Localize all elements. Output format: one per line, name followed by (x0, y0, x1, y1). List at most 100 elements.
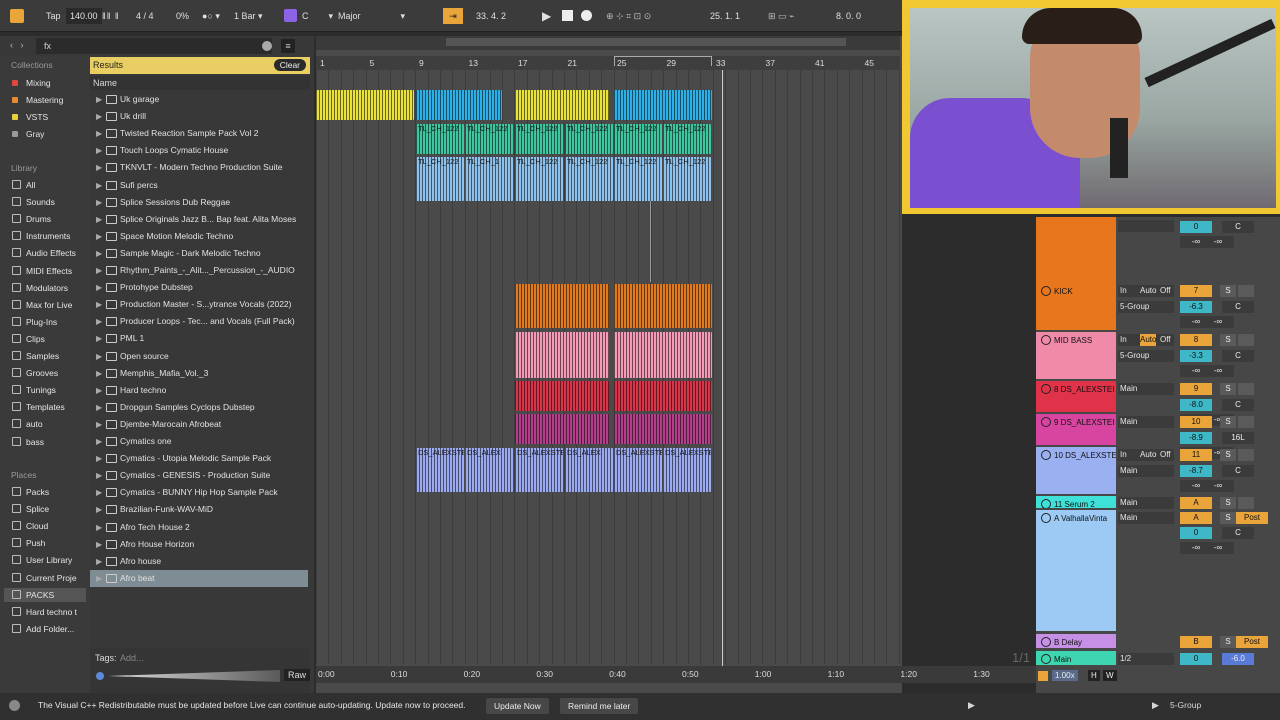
list-item[interactable]: ▶ PML 1 (90, 330, 308, 347)
list-item[interactable]: ▶ Twisted Reaction Sample Pack Vol 2 (90, 125, 308, 142)
volume-field[interactable]: 0 (1180, 653, 1212, 665)
monitor-off_label[interactable]: Off (1160, 334, 1171, 346)
quantize-menu[interactable]: 1 Bar ▾ (234, 8, 263, 24)
monitor-in_label[interactable]: In (1120, 449, 1127, 461)
collection-1[interactable]: Mastering (12, 93, 63, 107)
preview-icon[interactable] (96, 672, 104, 680)
play-icon[interactable]: ▶ (542, 8, 551, 24)
arm-icon[interactable] (1238, 334, 1254, 346)
list-item[interactable]: ▶ Protohype Dubstep (90, 279, 308, 296)
track-activator-icon[interactable] (1041, 417, 1051, 427)
bar-ruler[interactable]: 1 5 9 13 17 21 25 29 33 37 41 45 (316, 56, 900, 70)
chevron-right-icon[interactable]: ▶ (96, 382, 102, 399)
track-number[interactable]: 7 (1180, 285, 1212, 297)
solo-button[interactable]: S (1220, 416, 1236, 428)
pan-field[interactable]: C (1222, 527, 1254, 539)
zoom-value[interactable]: 1.00x (1052, 670, 1078, 681)
input-monitor[interactable]: In Auto Off (1118, 334, 1174, 346)
chevron-right-icon[interactable]: ▶ (96, 125, 102, 142)
track-activator-icon[interactable] (1041, 513, 1051, 523)
send-b[interactable]: -∞ (1202, 316, 1234, 328)
arm-icon[interactable] (1238, 449, 1254, 461)
nudge-icon[interactable]: ‖‖ ‖ (102, 8, 120, 24)
solo-button[interactable]: S (1220, 449, 1236, 461)
clear-button[interactable]: Clear (273, 59, 306, 71)
chevron-right-icon[interactable]: ▶ (96, 142, 102, 159)
library-item-8[interactable]: Plug-Ins (12, 315, 57, 329)
ds-clip[interactable]: DS_ALEXSTE (515, 448, 563, 492)
pan-field[interactable]: C (1222, 221, 1254, 233)
library-item-12[interactable]: Tunings (12, 383, 56, 397)
pan-field[interactable]: C (1222, 399, 1254, 411)
chevron-right-icon[interactable]: ▶ (96, 279, 102, 296)
stop-icon[interactable] (562, 10, 573, 21)
time-ruler[interactable]: 0:00 0:10 0:20 0:30 0:40 0:50 1:00 1:10 1:20 1:30 (316, 666, 1036, 683)
list-item[interactable]: ▶ Production Master - S...ytrance Vocals … (90, 296, 308, 313)
library-item-9[interactable]: Clips (12, 332, 45, 346)
library-item-7[interactable]: Max for Live (12, 298, 72, 312)
audio-clip[interactable] (416, 90, 502, 120)
scale-select[interactable]: Major ▾ (338, 8, 405, 24)
tl-clip[interactable]: TL_CH_122 (416, 157, 464, 201)
track-number[interactable]: B (1180, 636, 1212, 648)
record-icon[interactable] (581, 10, 592, 21)
track-number[interactable]: 9 (1180, 383, 1212, 395)
filter-icon[interactable]: ≡ (281, 39, 295, 53)
mixer-track-1[interactable]: MID BASS (1036, 332, 1116, 379)
solo-button[interactable]: S (1220, 383, 1236, 395)
list-item[interactable]: ▶ Uk drill (90, 108, 308, 125)
remind-later-button[interactable]: Remind me later (560, 698, 639, 714)
place-item-4[interactable]: User Library (12, 553, 72, 567)
chevron-right-icon[interactable]: ▶ (96, 484, 102, 501)
place-item-0[interactable]: Packs (12, 485, 49, 499)
overview-region[interactable] (446, 38, 846, 46)
scale-icon[interactable] (284, 9, 297, 22)
library-item-15[interactable]: bass (12, 435, 44, 449)
list-item[interactable]: ▶ Splice Sessions Dub Reggae (90, 194, 308, 211)
library-item-1[interactable]: Sounds (12, 195, 55, 209)
overview-bar[interactable] (316, 36, 900, 50)
kick-clip[interactable] (515, 284, 609, 328)
tl-clip[interactable]: TL_CH_122 (663, 157, 711, 201)
post-button[interactable]: Post (1236, 512, 1268, 524)
solo-button[interactable]: S (1220, 497, 1236, 509)
ds-clip[interactable] (614, 381, 712, 411)
library-item-4[interactable]: Audio Effects (12, 246, 76, 260)
place-item-3[interactable]: Push (12, 536, 45, 550)
ds-clip[interactable]: DS_ALEXSTE (416, 448, 464, 492)
monitor-auto_label[interactable]: Auto (1140, 285, 1156, 297)
chevron-right-icon[interactable]: ▶ (96, 553, 102, 570)
output-routing[interactable]: Main (1118, 416, 1174, 428)
monitor-off_label[interactable]: Off (1160, 285, 1171, 297)
pan-field[interactable]: 16L (1222, 432, 1254, 444)
chevron-right-icon[interactable]: ▶ (96, 91, 102, 108)
send-b[interactable]: -∞ (1202, 236, 1234, 248)
chevron-right-icon[interactable]: ▶ (96, 211, 102, 228)
app-logo-icon[interactable] (10, 9, 24, 23)
chevron-right-icon[interactable]: ▶ (96, 159, 102, 176)
chevron-right-icon[interactable]: ▶ (96, 536, 102, 553)
list-item[interactable]: ▶ Afro Tech House 2 (90, 519, 308, 536)
volume-field[interactable]: -8.0 (1180, 399, 1212, 411)
chevron-right-icon[interactable]: ▶ (96, 399, 102, 416)
loop-icons[interactable]: ⊞ ▭ ⌁ (768, 8, 794, 24)
bass-clip[interactable] (515, 332, 609, 378)
automation-icons[interactable]: ⊕ ⊹ ⌗ ⊡ ⊙ (606, 8, 651, 24)
tempo-field[interactable]: 140.00 (66, 8, 102, 24)
list-item[interactable]: ▶ Space Motion Melodic Techno (90, 228, 308, 245)
zoom-icon[interactable] (1038, 671, 1048, 681)
chevron-right-icon[interactable]: ▶ (96, 177, 102, 194)
monitor-auto_label[interactable]: Auto (1140, 334, 1157, 346)
output-routing[interactable]: Main (1118, 512, 1174, 524)
key-select[interactable]: C ▾ (302, 8, 333, 24)
volume-field[interactable]: 0 (1180, 527, 1212, 539)
collection-2[interactable]: VSTS (12, 110, 48, 124)
track-number[interactable]: A (1180, 497, 1212, 509)
chevron-right-icon[interactable]: ▶ (96, 501, 102, 518)
chevron-right-icon[interactable]: ▶ (96, 194, 102, 211)
list-item[interactable]: ▶ Cymatics - BUNNY Hip Hop Sample Pack (90, 484, 308, 501)
kick-clip[interactable] (614, 284, 712, 328)
list-item[interactable]: ▶ Producer Loops - Tec... and Vocals (Ful… (90, 313, 308, 330)
post-button[interactable]: Post (1236, 636, 1268, 648)
place-item-5[interactable]: Current Proje (12, 571, 77, 585)
